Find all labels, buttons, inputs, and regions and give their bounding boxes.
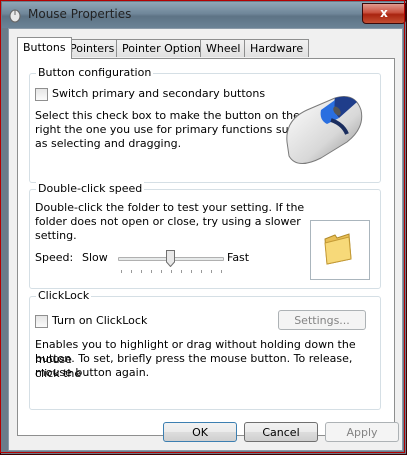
apply-button[interactable]: Apply xyxy=(325,422,399,442)
slider-tick xyxy=(211,270,212,273)
slider-tick xyxy=(221,270,222,273)
slider-tick xyxy=(141,270,142,273)
title-bar[interactable]: Mouse Properties x xyxy=(2,2,406,28)
buttons-tab-page: Button configuration Switch primary and … xyxy=(17,58,395,436)
fast-label: Fast xyxy=(227,251,250,264)
button-config-desc-line-2: right the one you use for primary functi… xyxy=(35,123,302,136)
button-config-desc-line-3: as selecting and dragging. xyxy=(35,137,182,150)
test-folder-area[interactable] xyxy=(310,220,370,280)
double-click-desc-line-3: setting. xyxy=(35,229,77,242)
slider-tick xyxy=(181,270,182,273)
close-button[interactable]: x xyxy=(362,3,406,24)
cancel-button[interactable]: Cancel xyxy=(244,422,318,442)
switch-buttons-label[interactable]: Switch primary and secondary buttons xyxy=(52,86,265,101)
window-title: Mouse Properties xyxy=(28,7,132,21)
tab-pointer-options[interactable]: Pointer Options xyxy=(116,39,213,57)
tab-pointers[interactable]: Pointers xyxy=(64,39,121,57)
ok-button[interactable]: OK xyxy=(163,422,237,442)
slider-tick xyxy=(151,270,152,273)
mouse-icon xyxy=(9,9,21,23)
close-icon: x xyxy=(380,6,388,20)
slider-tick xyxy=(161,270,162,273)
slider-tick xyxy=(121,270,122,273)
slider-tick xyxy=(191,270,192,273)
mouse-properties-window: Mouse Properties x Buttons Pointers Poin… xyxy=(0,0,407,455)
slider-tick xyxy=(131,270,132,273)
clicklock-settings-button[interactable]: Settings... xyxy=(278,310,366,330)
double-click-speed-title: Double-click speed xyxy=(36,182,145,195)
tab-wheel[interactable]: Wheel xyxy=(200,39,247,57)
clicklock-desc-line-3: mouse button again. xyxy=(35,366,150,379)
slider-tick xyxy=(201,270,202,273)
speed-slider-thumb[interactable] xyxy=(165,250,175,267)
clicklock-checkbox[interactable] xyxy=(35,315,48,328)
dialog-client-area: Buttons Pointers Pointer Options Wheel H… xyxy=(8,28,403,451)
folder-icon[interactable] xyxy=(323,233,353,265)
speed-label: Speed: xyxy=(35,251,74,264)
clicklock-title: ClickLock xyxy=(36,289,92,302)
tab-hardware[interactable]: Hardware xyxy=(244,39,310,57)
mouse-illustration-icon xyxy=(286,96,363,164)
button-configuration-title: Button configuration xyxy=(36,66,154,79)
switch-buttons-checkbox[interactable] xyxy=(35,88,48,101)
button-configuration-group: Button configuration Switch primary and … xyxy=(29,66,381,183)
clicklock-label[interactable]: Turn on ClickLock xyxy=(52,313,147,328)
slider-tick xyxy=(171,270,172,273)
clicklock-group: ClickLock Turn on ClickLock Settings... … xyxy=(29,289,381,410)
double-click-speed-group: Double-click speed Double-click the fold… xyxy=(29,182,381,289)
slow-label: Slow xyxy=(82,251,108,264)
double-click-desc-line-1: Double-click the folder to test your set… xyxy=(35,201,305,214)
double-click-desc-line-2: folder does not open or close, try using… xyxy=(35,215,301,228)
tab-buttons[interactable]: Buttons xyxy=(17,37,72,59)
button-config-desc-line-1: Select this check box to make the button… xyxy=(35,109,300,122)
